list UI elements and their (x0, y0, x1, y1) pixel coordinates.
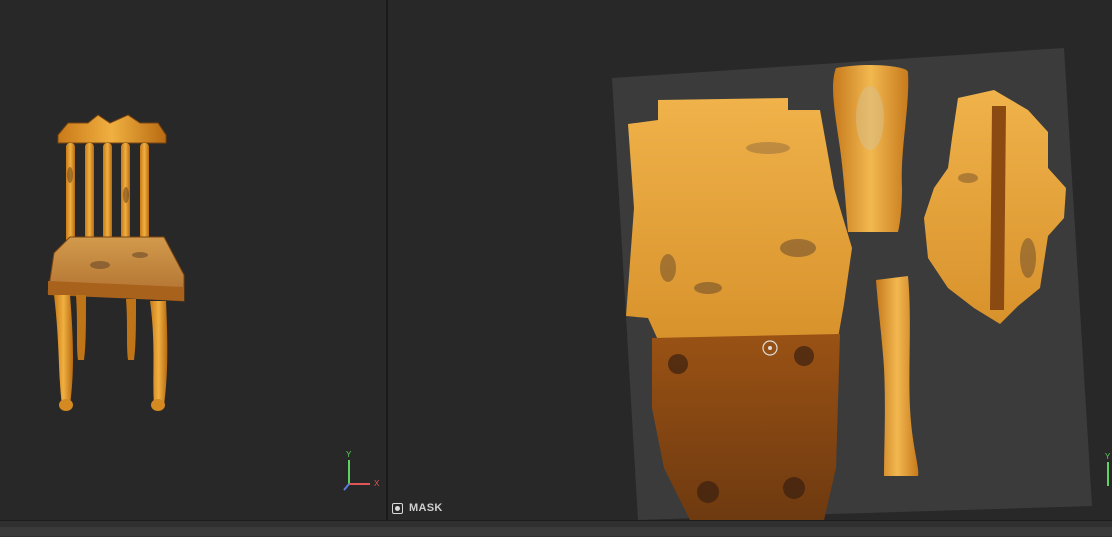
axis-y-label-2d: Y (1105, 452, 1111, 461)
uv-texture-sheet[interactable] (608, 48, 1108, 520)
viewport-2d[interactable]: Y (388, 0, 1112, 520)
axis-x-label: X (374, 479, 380, 488)
mask-icon (392, 502, 403, 514)
status-bar-track (0, 527, 1112, 536)
mask-label: MASK (409, 502, 443, 514)
axis-gizmo: Y X (340, 450, 384, 496)
status-bar (0, 520, 1112, 537)
axis-y-label: Y (346, 450, 352, 459)
chair-model[interactable] (40, 105, 200, 425)
viewport-3d[interactable]: Y X (0, 0, 386, 520)
mask-toggle[interactable]: MASK (392, 502, 443, 514)
axis-gizmo-2d: Y (1102, 452, 1112, 496)
